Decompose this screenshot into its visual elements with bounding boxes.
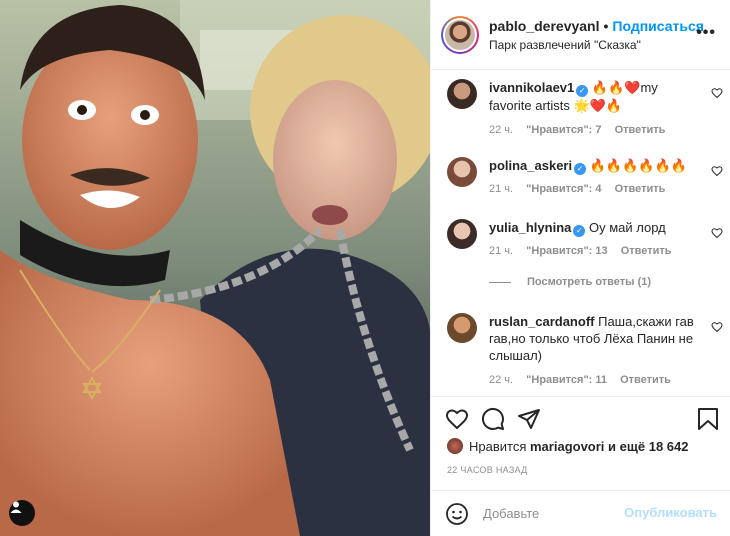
commenter-avatar[interactable]: [447, 219, 477, 249]
publish-button[interactable]: Опубликовать: [624, 505, 717, 520]
post-side-panel: pablo_derevyanl • Подписаться Парк развл…: [430, 0, 730, 536]
comment-age[interactable]: 21 ч.: [489, 183, 513, 195]
follow-button[interactable]: Подписаться: [612, 18, 704, 34]
comment-item: yulia_hlynina ✓ Оу май лорд 21 ч. "Нравит…: [447, 219, 723, 257]
reply-button[interactable]: Ответить: [620, 374, 671, 386]
post-photo[interactable]: [0, 0, 430, 536]
tagged-users-button[interactable]: [9, 500, 35, 526]
post-timestamp[interactable]: 22 ЧАСОВ НАЗАД: [447, 465, 528, 475]
comment-like-heart-icon[interactable]: [711, 87, 723, 99]
comment-likes[interactable]: "Нравится": 7: [526, 124, 601, 136]
comment-username[interactable]: ivannikolaev1: [489, 80, 574, 95]
heart-icon[interactable]: [445, 407, 469, 431]
smiley-icon[interactable]: [445, 502, 469, 526]
paper-plane-icon[interactable]: [517, 407, 541, 431]
comment-like-heart-icon[interactable]: [711, 321, 723, 333]
reply-button[interactable]: Ответить: [615, 183, 666, 195]
comment-like-heart-icon[interactable]: [711, 227, 723, 239]
comment-like-heart-icon[interactable]: [711, 165, 723, 177]
reply-button[interactable]: Ответить: [621, 245, 672, 257]
comment-item: polina_askeri ✓ 🔥🔥🔥🔥🔥🔥 21 ч. "Нравится": …: [447, 157, 723, 195]
likes-summary: Нравится mariagovori и ещё 18 642: [447, 438, 688, 454]
liker-avatar[interactable]: [447, 438, 463, 454]
reply-button[interactable]: Ответить: [615, 124, 666, 136]
photo-illustration: [0, 0, 430, 536]
comment-input[interactable]: [483, 506, 623, 521]
view-replies-label: Посмотреть ответы (1): [527, 276, 652, 288]
comment-icon[interactable]: [481, 407, 505, 431]
verified-badge-icon: ✓: [573, 225, 586, 237]
comments-list: ivannikolaev1 ✓ 🔥🔥❤️my favorite artists 🌟…: [431, 71, 730, 394]
post-actions-bar: [431, 396, 730, 440]
add-comment-bar: Опубликовать: [431, 490, 730, 536]
person-icon: [10, 501, 22, 513]
liker-username[interactable]: mariagovori: [530, 439, 604, 454]
post-header: pablo_derevyanl • Подписаться Парк развл…: [431, 0, 730, 70]
comment-username[interactable]: polina_askeri: [489, 158, 572, 173]
comment-item: ruslan_cardanoff Паша,скажи гав гав,но т…: [447, 313, 723, 386]
comment-item: ivannikolaev1 ✓ 🔥🔥❤️my favorite artists 🌟…: [447, 79, 723, 136]
author-avatar[interactable]: [441, 15, 479, 54]
comment-age[interactable]: 21 ч.: [489, 245, 513, 257]
commenter-avatar[interactable]: [447, 79, 477, 109]
commenter-avatar[interactable]: [447, 157, 477, 187]
verified-badge-icon: ✓: [574, 163, 587, 175]
likes-count[interactable]: 18 642: [649, 439, 689, 454]
comment-likes[interactable]: "Нравится": 11: [526, 374, 607, 386]
separator-dot: •: [603, 17, 609, 34]
comment-age[interactable]: 22 ч.: [489, 374, 513, 386]
author-username[interactable]: pablo_derevyanl: [489, 18, 600, 34]
comment-text: Оу май лорд: [589, 220, 666, 235]
verified-badge-icon: ✓: [576, 85, 589, 97]
replies-divider: [489, 281, 511, 283]
comment-username[interactable]: ruslan_cardanoff: [489, 314, 594, 329]
commenter-avatar[interactable]: [447, 313, 477, 343]
comment-likes[interactable]: "Нравится": 13: [526, 245, 607, 257]
likes-prefix: Нравится: [469, 438, 527, 454]
comment-username[interactable]: yulia_hlynina: [489, 220, 571, 235]
comment-age[interactable]: 22 ч.: [489, 124, 513, 136]
more-options-button[interactable]: •••: [696, 24, 716, 42]
likes-suffix: и ещё: [608, 438, 646, 454]
post-location[interactable]: Парк развлечений "Сказка": [489, 38, 704, 52]
view-replies-button[interactable]: Посмотреть ответы (1): [489, 276, 651, 288]
bookmark-icon[interactable]: [697, 407, 719, 431]
comment-text: 🔥🔥🔥🔥🔥🔥: [589, 158, 687, 173]
comment-likes[interactable]: "Нравится": 4: [526, 183, 601, 195]
